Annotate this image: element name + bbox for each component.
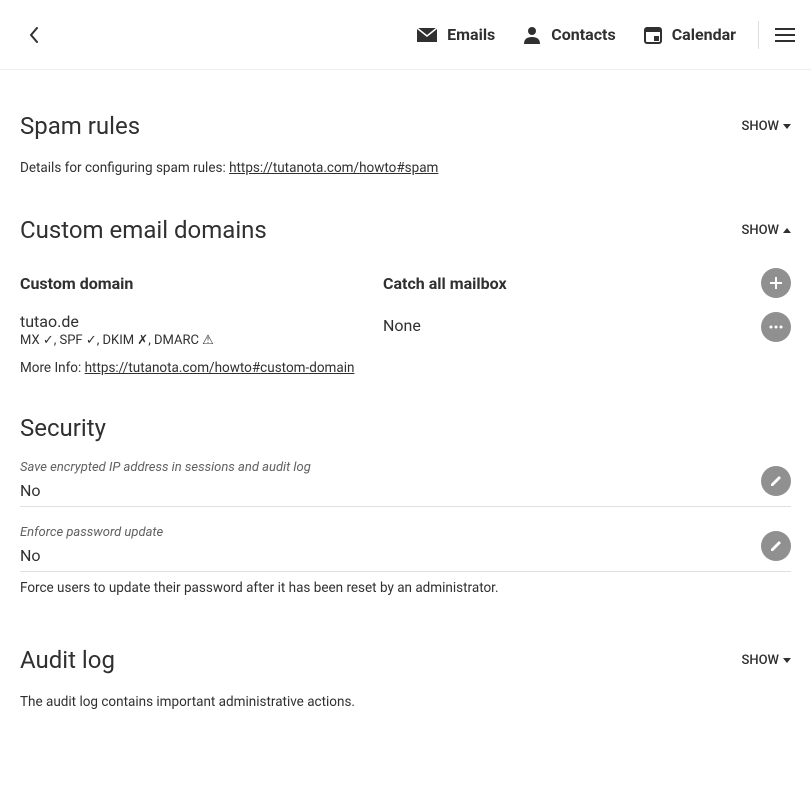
dots-icon: [769, 325, 783, 329]
nav-calendar[interactable]: Calendar: [630, 25, 750, 44]
caret-down-icon: [783, 658, 791, 663]
nav-emails[interactable]: Emails: [403, 25, 509, 44]
contact-icon: [523, 26, 541, 44]
security-title: Security: [20, 414, 791, 442]
domain-name: tutao.de: [20, 312, 383, 331]
domains-show-toggle[interactable]: SHOW: [742, 223, 792, 238]
audit-toggle-label: SHOW: [742, 653, 780, 668]
nav-emails-label: Emails: [447, 25, 495, 44]
edit-pw-button[interactable]: [761, 531, 791, 561]
col-header-catchall: Catch all mailbox: [383, 274, 751, 293]
spam-toggle-label: SHOW: [742, 119, 780, 134]
pencil-icon: [769, 539, 783, 553]
spam-desc: Details for configuring spam rules: http…: [20, 160, 791, 176]
setting-ip-address: Save encrypted IP address in sessions an…: [20, 460, 791, 507]
plus-icon: [769, 276, 783, 290]
catchall-value: None: [383, 312, 751, 335]
custom-domains-section: Custom email domains SHOW Custom domain …: [20, 216, 791, 376]
caret-up-icon: [783, 228, 791, 233]
pencil-icon: [769, 474, 783, 488]
nav-contacts[interactable]: Contacts: [509, 25, 629, 44]
col-header-domain: Custom domain: [20, 274, 383, 293]
spam-link[interactable]: https://tutanota.com/howto#spam: [229, 160, 438, 176]
domain-more-button[interactable]: [761, 312, 791, 342]
menu-button[interactable]: [767, 17, 803, 53]
nav-calendar-label: Calendar: [672, 25, 736, 44]
ip-label: Save encrypted IP address in sessions an…: [20, 460, 791, 475]
nav-divider: [758, 21, 759, 49]
audit-show-toggle[interactable]: SHOW: [742, 653, 792, 668]
pw-label: Enforce password update: [20, 525, 791, 540]
edit-ip-button[interactable]: [761, 466, 791, 496]
audit-title: Audit log: [20, 646, 115, 674]
pw-value: No: [20, 546, 791, 565]
spam-show-toggle[interactable]: SHOW: [742, 119, 792, 134]
back-button[interactable]: [18, 19, 50, 51]
audit-desc: The audit log contains important adminis…: [20, 694, 791, 710]
mail-icon: [417, 28, 437, 42]
more-info-link[interactable]: https://tutanota.com/howto#custom-domain: [85, 360, 355, 376]
domains-toggle-label: SHOW: [742, 223, 780, 238]
chevron-left-icon: [29, 27, 39, 43]
spam-rules-section: Spam rules SHOW Details for configuring …: [20, 112, 791, 176]
add-domain-button[interactable]: [761, 268, 791, 298]
audit-log-section: Audit log SHOW The audit log contains im…: [20, 646, 791, 710]
spam-desc-prefix: Details for configuring spam rules:: [20, 160, 229, 176]
spam-rules-title: Spam rules: [20, 112, 140, 140]
nav-contacts-label: Contacts: [551, 25, 615, 44]
more-info-prefix: More Info:: [20, 360, 85, 376]
calendar-icon: [644, 26, 662, 44]
ip-value: No: [20, 481, 791, 500]
caret-down-icon: [783, 124, 791, 129]
domain-table-header: Custom domain Catch all mailbox: [20, 268, 791, 298]
setting-password-update: Enforce password update No: [20, 525, 791, 572]
top-bar: Emails Contacts Calendar: [0, 0, 811, 70]
pw-help: Force users to update their password aft…: [20, 580, 791, 596]
security-section: Security Save encrypted IP address in se…: [20, 414, 791, 596]
table-row: tutao.de MX ✓, SPF ✓, DKIM ✗, DMARC ⚠ No…: [20, 312, 791, 348]
domain-more-info: More Info: https://tutanota.com/howto#cu…: [20, 360, 791, 376]
domain-status: MX ✓, SPF ✓, DKIM ✗, DMARC ⚠: [20, 333, 383, 348]
domains-title: Custom email domains: [20, 216, 267, 244]
hamburger-icon: [775, 28, 795, 42]
